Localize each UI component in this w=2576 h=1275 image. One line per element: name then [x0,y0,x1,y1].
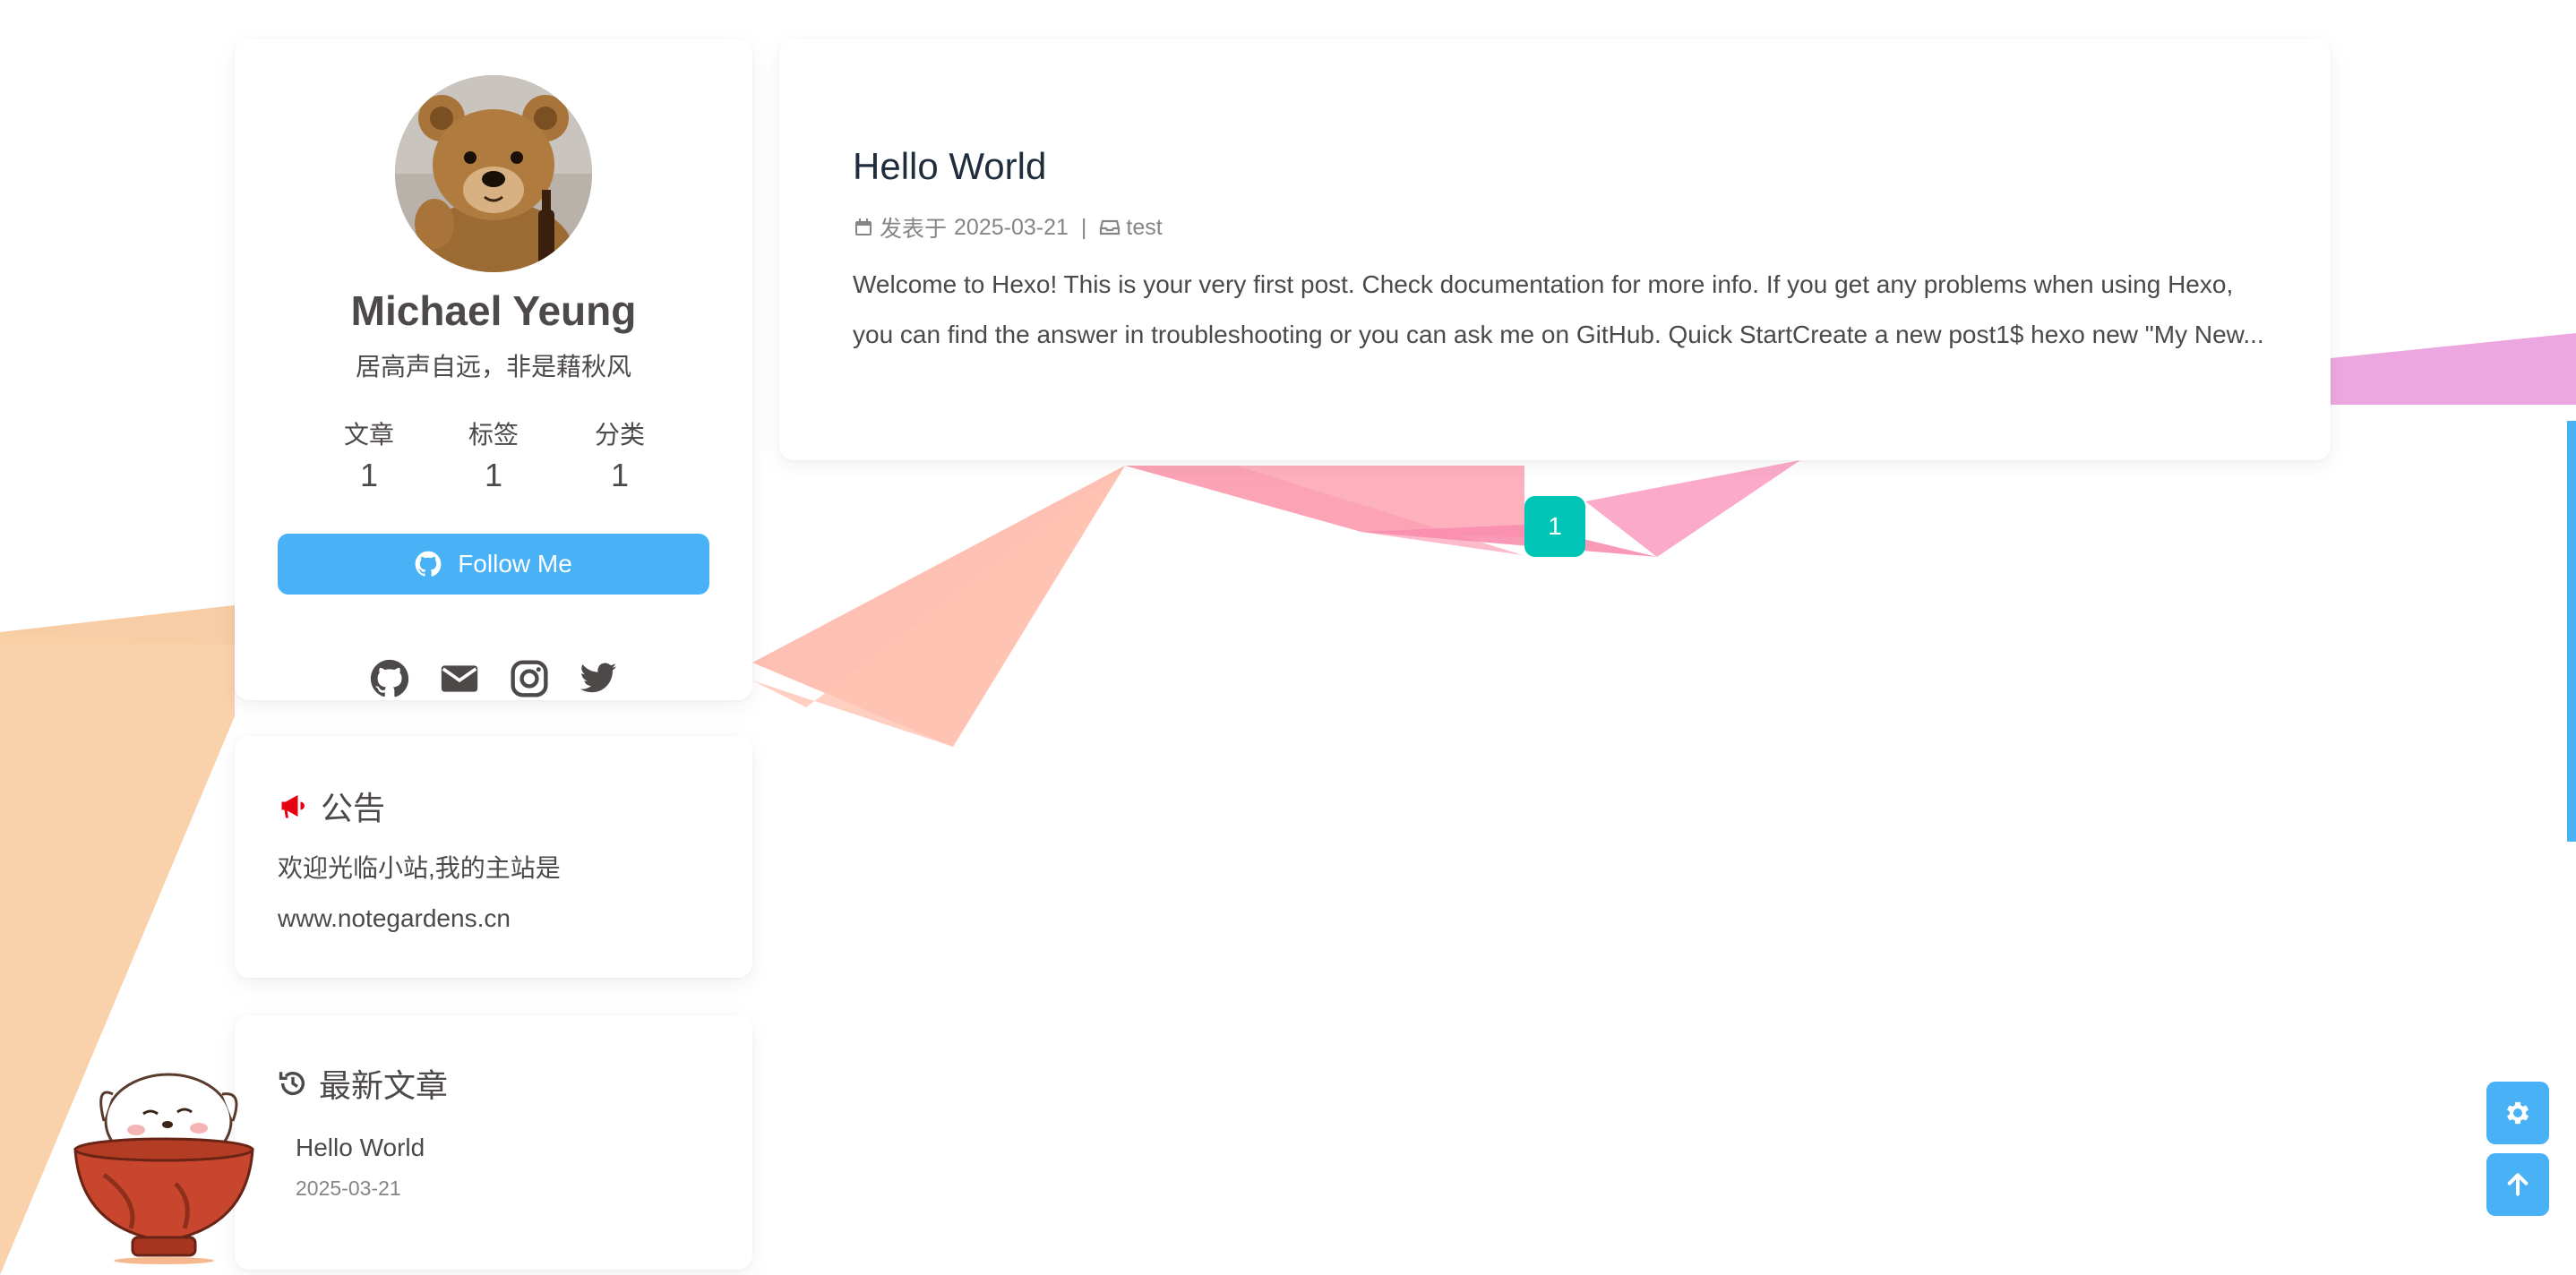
stat-value: 1 [610,457,630,493]
post-date-prefix: 发表于 [880,217,948,242]
recent-post-title[interactable]: Hello World [296,1134,425,1162]
stat-categories[interactable]: 分类 1 [548,415,691,494]
post-title[interactable]: Hello World [853,145,1046,188]
post-meta: 发表于 2025-03-21 | test [853,211,1163,244]
scrollbar[interactable] [2567,421,2576,842]
author-info-card: Michael Yeung 居高声自远，非是藉秋风 文章 1 标签 1 分类 1… [235,39,752,700]
recent-post-date: 2025-03-21 [296,1177,401,1200]
announcement-heading: 公告 [278,783,385,829]
history-icon [279,1072,305,1095]
arrow-up-icon [2507,1173,2529,1196]
recent-posts-heading: 最新文章 [278,1060,448,1107]
stat-label: 文章 [343,421,394,449]
stat-tags[interactable]: 标签 1 [422,415,565,494]
stat-articles[interactable]: 文章 1 [297,415,441,494]
stat-label: 分类 [594,421,645,449]
recent-posts-title: 最新文章 [319,1067,449,1104]
twitter-icon[interactable] [579,659,618,698]
page: Michael Yeung 居高声自远，非是藉秋风 文章 1 标签 1 分类 1… [0,0,2576,1275]
envelope-icon[interactable] [440,659,479,698]
post-excerpt: Welcome to Hexo! This is your very first… [853,270,2264,348]
instagram-icon[interactable] [510,659,549,698]
stat-label: 标签 [468,421,519,449]
stat-value: 1 [484,457,503,493]
meta-separator: | [1080,214,1087,240]
author-name: Michael Yeung [350,287,637,334]
announcement-title: 公告 [321,790,386,826]
bullhorn-icon [281,795,305,818]
site-stats: 文章 1 标签 1 分类 1 [235,415,752,496]
announcement-text: 欢迎光临小站,我的主站是 www.notegardens.cn [278,843,726,944]
announcement-line: 欢迎光临小站,我的主站是 [278,854,561,882]
post-card: Hello World 发表于 2025-03-21 | test Welcom… [779,39,2331,460]
follow-me-label: Follow Me [458,550,572,578]
post-category[interactable]: test [1126,215,1162,241]
back-to-top-button[interactable] [2486,1153,2549,1216]
social-links [235,659,752,698]
follow-me-button[interactable]: Follow Me [278,534,709,595]
avatar[interactable] [395,75,592,272]
stat-value: 1 [359,457,379,493]
gear-icon [2506,1101,2529,1125]
post-date: 2025-03-21 [954,214,1069,240]
calendar-icon [855,218,872,235]
settings-button[interactable] [2486,1082,2549,1144]
dog-in-bowl-mascot[interactable] [68,1058,260,1264]
author-description: 居高声自远，非是藉秋风 [355,353,631,381]
announcement-link: www.notegardens.cn [278,904,511,932]
recent-posts-card: 最新文章 Hello World 2025-03-21 [235,1015,752,1270]
pagination-current-page[interactable]: 1 [1524,496,1585,557]
github-icon [415,551,442,577]
inbox-icon [1100,219,1121,235]
github-icon[interactable] [370,659,409,698]
announcement-card: 公告 欢迎光临小站,我的主站是 www.notegardens.cn [235,736,752,978]
